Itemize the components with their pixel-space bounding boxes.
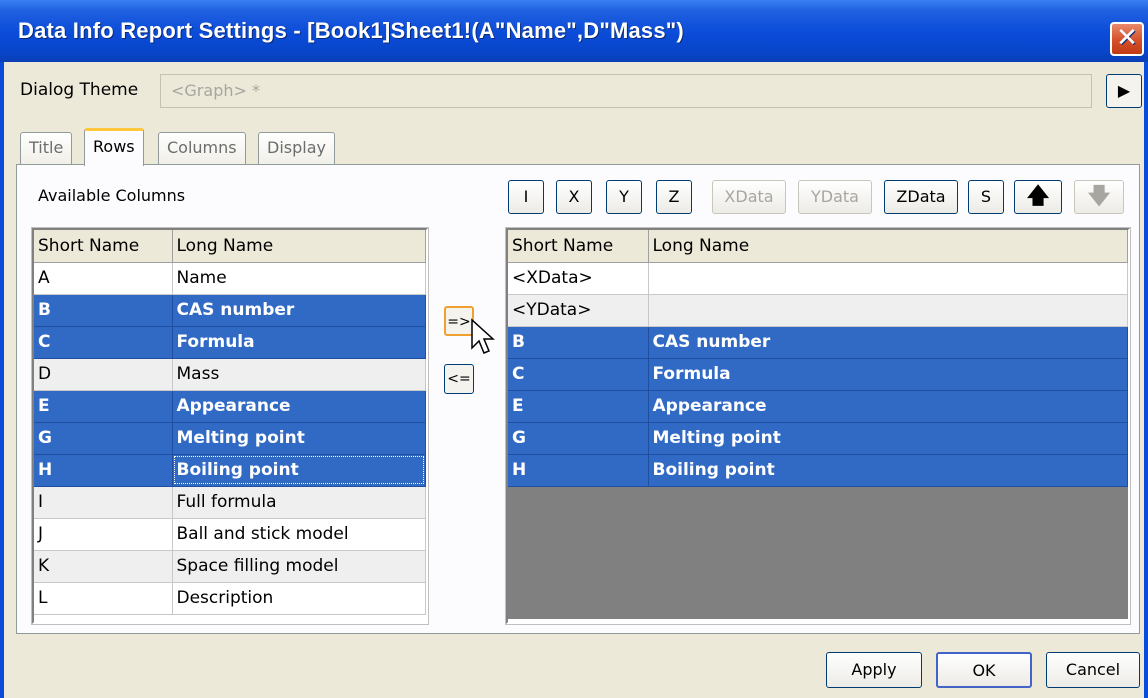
table-row[interactable]: I Full formula	[34, 486, 426, 519]
short-name-cell[interactable]: A	[34, 262, 173, 295]
table-row[interactable]: H Boiling point	[34, 454, 426, 487]
long-name-cell[interactable]: Melting point	[172, 422, 426, 455]
role-ydata-button[interactable]: YData	[798, 180, 872, 214]
tab-display[interactable]: Display	[258, 132, 335, 164]
table-row[interactable]: H Boiling point	[508, 454, 1128, 487]
tab-rows[interactable]: Rows	[84, 128, 144, 166]
table-row[interactable]: E Appearance	[34, 390, 426, 423]
tab-columns[interactable]: Columns	[158, 132, 246, 164]
dialog-theme-combo[interactable]: <Graph> *	[160, 74, 1092, 108]
short-name-cell[interactable]: E	[34, 390, 173, 423]
long-name-cell[interactable]	[648, 294, 1128, 327]
long-name-cell[interactable]: Appearance	[648, 390, 1128, 423]
long-name-cell[interactable]: Boiling point	[648, 454, 1128, 487]
table-row[interactable]: A Name	[34, 262, 426, 295]
theme-menu-button[interactable]: ▶	[1106, 74, 1142, 108]
short-name-cell[interactable]: L	[34, 582, 173, 615]
short-name-cell[interactable]: G	[34, 422, 173, 455]
short-name-cell[interactable]: C	[34, 326, 173, 359]
available-columns-label: Available Columns	[38, 186, 186, 205]
column-header-long-name[interactable]: Long Name	[172, 230, 426, 263]
long-name-cell[interactable]: Ball and stick model	[172, 518, 426, 551]
window-frame-right	[1144, 62, 1148, 698]
long-name-cell[interactable]: Full formula	[172, 486, 426, 519]
role-y-button[interactable]: Y	[606, 180, 642, 214]
short-name-cell[interactable]: K	[34, 550, 173, 583]
apply-button[interactable]: Apply	[826, 652, 922, 688]
short-name-cell[interactable]: H	[34, 454, 173, 487]
table-row[interactable]: B CAS number	[34, 294, 426, 327]
table-row[interactable]: L Description	[34, 582, 426, 615]
short-name-cell[interactable]: E	[508, 390, 649, 423]
cancel-button[interactable]: Cancel	[1046, 652, 1140, 688]
short-name-cell[interactable]: <YData>	[508, 294, 649, 327]
table-row[interactable]: B CAS number	[508, 326, 1128, 359]
role-z-button[interactable]: Z	[656, 180, 692, 214]
close-icon: ✕	[1116, 23, 1138, 53]
selected-columns-grid[interactable]: Short Name Long Name <XData> <YData> B CAS …	[505, 227, 1131, 625]
long-name-cell[interactable]: Mass	[172, 358, 426, 391]
role-x-button[interactable]: X	[556, 180, 592, 214]
dialog-theme-label: Dialog Theme	[20, 80, 139, 100]
short-name-cell[interactable]: J	[34, 518, 173, 551]
arrow-down-button[interactable]: 🡇	[1074, 180, 1124, 214]
long-name-cell[interactable]: Name	[172, 262, 426, 295]
window-title: Data Info Report Settings - [Book1]Sheet…	[18, 18, 684, 43]
close-button[interactable]: ✕	[1110, 22, 1144, 56]
table-row[interactable]: G Melting point	[508, 422, 1128, 455]
role-s-button[interactable]: S	[968, 180, 1004, 214]
arrow-up-button[interactable]: 🡅	[1014, 180, 1062, 214]
short-name-cell[interactable]: <XData>	[508, 262, 649, 295]
table-row[interactable]: <XData>	[508, 262, 1128, 295]
short-name-cell[interactable]: I	[34, 486, 173, 519]
long-name-cell[interactable]: Space filling model	[172, 550, 426, 583]
role-i-button[interactable]: I	[508, 180, 544, 214]
short-name-cell[interactable]: B	[508, 326, 649, 359]
table-row[interactable]: J Ball and stick model	[34, 518, 426, 551]
ok-button[interactable]: OK	[936, 652, 1032, 688]
short-name-cell[interactable]: D	[34, 358, 173, 391]
table-row[interactable]: C Formula	[508, 358, 1128, 391]
column-header-long-name[interactable]: Long Name	[648, 230, 1128, 263]
remove-columns-button[interactable]: <=	[444, 364, 474, 394]
column-header-short-name[interactable]: Short Name	[34, 230, 173, 263]
long-name-cell[interactable]	[648, 262, 1128, 295]
long-name-cell[interactable]: Appearance	[172, 390, 426, 423]
column-header-short-name[interactable]: Short Name	[508, 230, 649, 263]
table-row[interactable]: G Melting point	[34, 422, 426, 455]
tab-title[interactable]: Title	[20, 132, 73, 164]
role-zdata-button[interactable]: ZData	[884, 180, 958, 214]
short-name-cell[interactable]: B	[34, 294, 173, 327]
mouse-cursor-icon	[471, 318, 495, 354]
empty-grid-area	[508, 486, 1128, 619]
short-name-cell[interactable]: C	[508, 358, 649, 391]
table-row[interactable]: D Mass	[34, 358, 426, 391]
table-row[interactable]: E Appearance	[508, 390, 1128, 423]
long-name-cell[interactable]: Formula	[172, 326, 426, 359]
play-arrow-icon: ▶	[1117, 81, 1131, 100]
short-name-cell[interactable]: H	[508, 454, 649, 487]
long-name-cell[interactable]: Formula	[648, 358, 1128, 391]
long-name-cell[interactable]: Melting point	[648, 422, 1128, 455]
table-row[interactable]: C Formula	[34, 326, 426, 359]
long-name-cell[interactable]: Description	[172, 582, 426, 615]
available-columns-grid[interactable]: Short Name Long Name A Name B CAS number C Fo…	[31, 227, 429, 625]
long-name-cell[interactable]: CAS number	[172, 294, 426, 327]
short-name-cell[interactable]: G	[508, 422, 649, 455]
role-xdata-button[interactable]: XData	[712, 180, 786, 214]
table-row[interactable]: K Space filling model	[34, 550, 426, 583]
table-row[interactable]: <YData>	[508, 294, 1128, 327]
long-name-cell[interactable]: Boiling point	[172, 454, 426, 487]
long-name-cell[interactable]: CAS number	[648, 326, 1128, 359]
window-frame-left	[0, 62, 4, 698]
title-bar[interactable]: Data Info Report Settings - [Book1]Sheet…	[0, 0, 1148, 62]
